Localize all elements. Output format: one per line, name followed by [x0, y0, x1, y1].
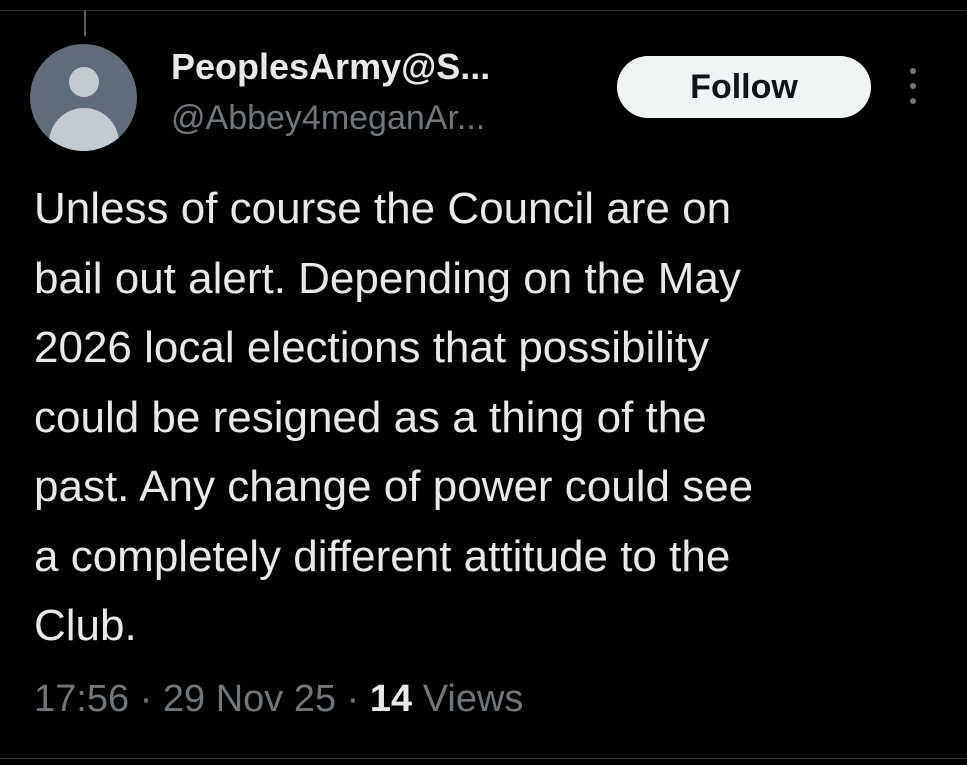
vertical-ellipsis-icon [910, 68, 916, 74]
meta-separator: · [129, 678, 163, 720]
post-text-line: a completely different attitude to the [34, 531, 731, 581]
author-handle[interactable]: @Abbey4meganAr... [171, 96, 485, 140]
vertical-ellipsis-icon-dot [910, 98, 916, 104]
post-text: Unless of course the Council are on bail… [34, 174, 944, 661]
vertical-ellipsis-icon-dot [910, 83, 916, 89]
post-text-line: bail out alert. Depending on the May [34, 253, 741, 303]
post-text-line: 2026 local elections that possibility [34, 323, 710, 372]
post-text-line: Club. [34, 601, 137, 650]
post-text-line: Unless of course the Council are on [34, 184, 732, 233]
post-time[interactable]: 17:56 [34, 678, 129, 720]
default-user-avatar-icon [69, 67, 99, 97]
post-date[interactable]: 29 Nov 25 [163, 678, 336, 720]
thread-connector-line [84, 11, 86, 36]
views-label[interactable]: Views [412, 678, 524, 720]
author-display-name[interactable]: PeoplesArmy@S... [171, 43, 490, 91]
post-metadata: 17:56 · 29 Nov 25 · 14 Views [34, 675, 523, 723]
follow-button[interactable]: Follow [617, 56, 871, 118]
post-text-line: past. Any change of power could see [34, 462, 754, 511]
top-divider [0, 10, 967, 11]
bottom-divider [0, 758, 967, 759]
avatar-body-shape [49, 108, 119, 151]
views-count[interactable]: 14 [370, 678, 412, 720]
meta-separator: · [336, 678, 370, 720]
more-options-button[interactable] [896, 66, 930, 106]
avatar[interactable] [30, 44, 137, 151]
post-text-line: could be resigned as a thing of the [34, 392, 707, 442]
